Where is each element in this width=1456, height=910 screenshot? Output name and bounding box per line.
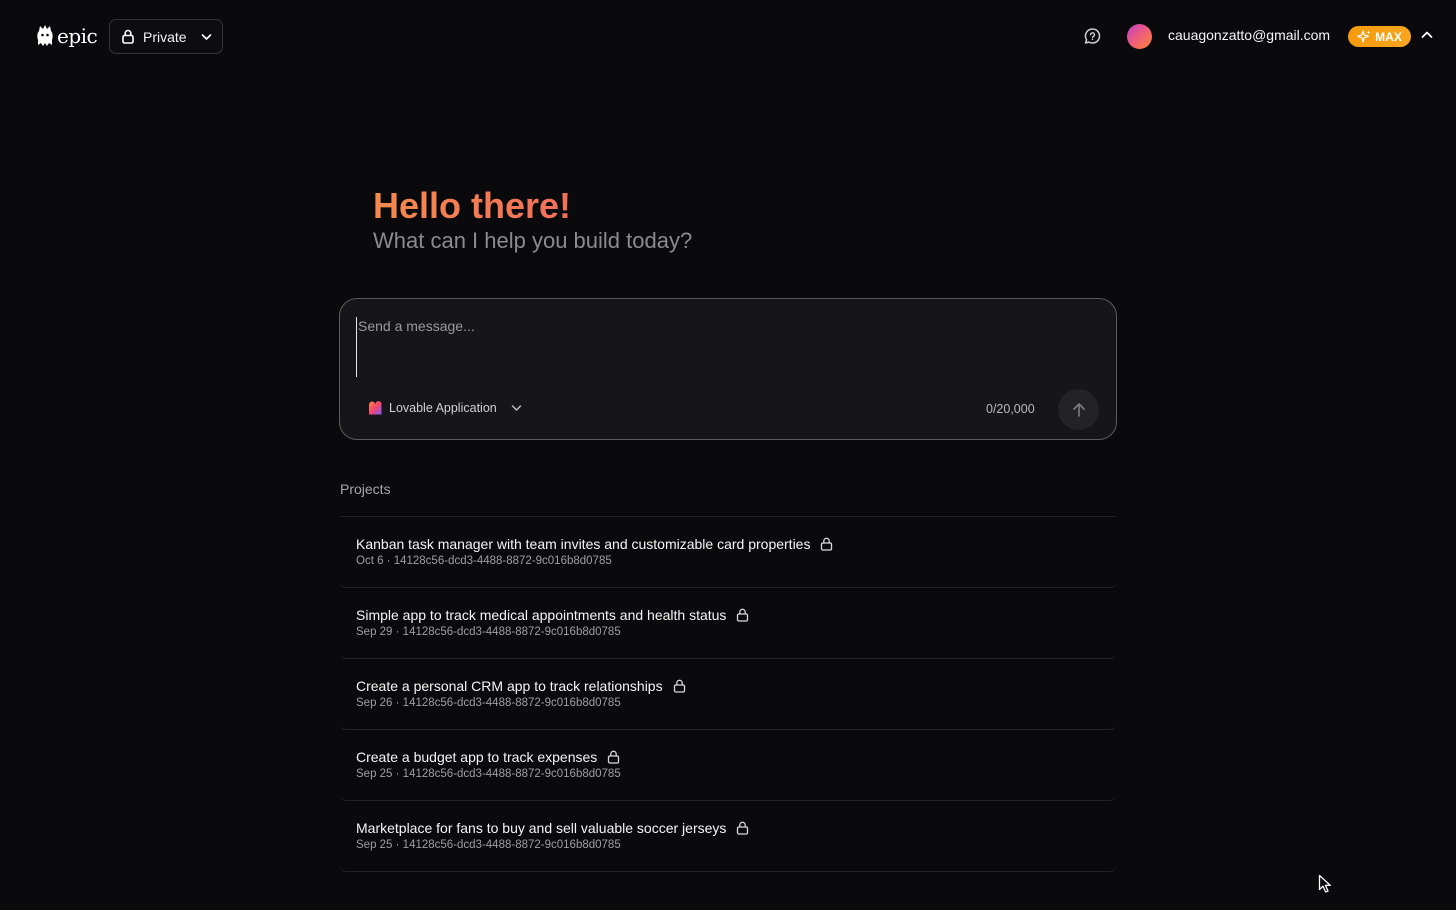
- visibility-dropdown[interactable]: Private: [109, 19, 223, 54]
- user-email[interactable]: cauagonzatto@gmail.com: [1168, 27, 1330, 43]
- lock-icon: [673, 679, 685, 693]
- lock-icon: [737, 821, 749, 835]
- logo-text: epic: [57, 24, 98, 48]
- project-title: Simple app to track medical appointments…: [356, 607, 727, 623]
- lock-icon: [608, 750, 620, 764]
- plan-badge-label: MAX: [1375, 29, 1402, 44]
- project-title: Marketplace for fans to buy and sell val…: [356, 820, 727, 836]
- ghost-logo-icon: [37, 25, 53, 46]
- message-input[interactable]: [356, 317, 1096, 377]
- project-list: Kanban task manager with team invites an…: [340, 517, 1116, 872]
- chat-bubble-icon[interactable]: [1083, 27, 1102, 46]
- plan-badge: MAX: [1348, 26, 1411, 47]
- hero-subtitle: What can I help you build today?: [373, 228, 693, 253]
- hero-title: Hello there!: [373, 186, 692, 226]
- project-row[interactable]: Marketplace for fans to buy and sell val…: [340, 801, 1116, 872]
- chevron-up-icon[interactable]: [1421, 30, 1433, 39]
- mouse-pointer-icon: [1318, 874, 1331, 893]
- lovable-heart-icon: [368, 401, 382, 415]
- project-meta: Sep 25 · 14128c56-dcd3-4488-8872-9c016b8…: [356, 768, 621, 780]
- message-composer: Lovable Application 0/20,000: [339, 298, 1117, 440]
- project-meta: Sep 29 · 14128c56-dcd3-4488-8872-9c016b8…: [356, 626, 621, 638]
- project-meta: Sep 25 · 14128c56-dcd3-4488-8872-9c016b8…: [356, 839, 621, 851]
- project-title: Kanban task manager with team invites an…: [356, 536, 811, 552]
- project-meta: Sep 26 · 14128c56-dcd3-4488-8872-9c016b8…: [356, 697, 621, 709]
- avatar[interactable]: [1127, 24, 1152, 49]
- template-selector[interactable]: Lovable Application: [368, 401, 522, 415]
- project-row[interactable]: Kanban task manager with team invites an…: [340, 517, 1116, 588]
- chevron-down-icon: [201, 33, 211, 40]
- lock-icon: [737, 608, 749, 622]
- project-row[interactable]: Create a budget app to track expenses Se…: [340, 730, 1116, 801]
- hero: Hello there! What can I help you build t…: [373, 186, 692, 254]
- project-title: Create a budget app to track expenses: [356, 749, 598, 765]
- character-counter: 0/20,000: [986, 402, 1035, 416]
- project-title: Create a personal CRM app to track relat…: [356, 678, 663, 694]
- chevron-down-icon: [511, 405, 521, 411]
- send-button[interactable]: [1058, 389, 1099, 430]
- lock-icon: [821, 537, 833, 551]
- project-row[interactable]: Simple app to track medical appointments…: [340, 588, 1116, 659]
- lock-icon: [122, 29, 134, 44]
- visibility-label: Private: [143, 28, 187, 45]
- arrow-up-icon: [1072, 402, 1085, 417]
- epic-logo[interactable]: epic: [36, 23, 98, 49]
- project-row[interactable]: Create a personal CRM app to track relat…: [340, 659, 1116, 730]
- top-bar: epic Private cauagonzatto@gmail.com MAX: [0, 0, 1456, 72]
- projects-heading: Projects: [340, 481, 391, 497]
- sparkle-icon: [1357, 29, 1371, 43]
- template-label: Lovable Application: [389, 401, 497, 415]
- project-meta: Oct 6 · 14128c56-dcd3-4488-8872-9c016b8d…: [356, 555, 612, 567]
